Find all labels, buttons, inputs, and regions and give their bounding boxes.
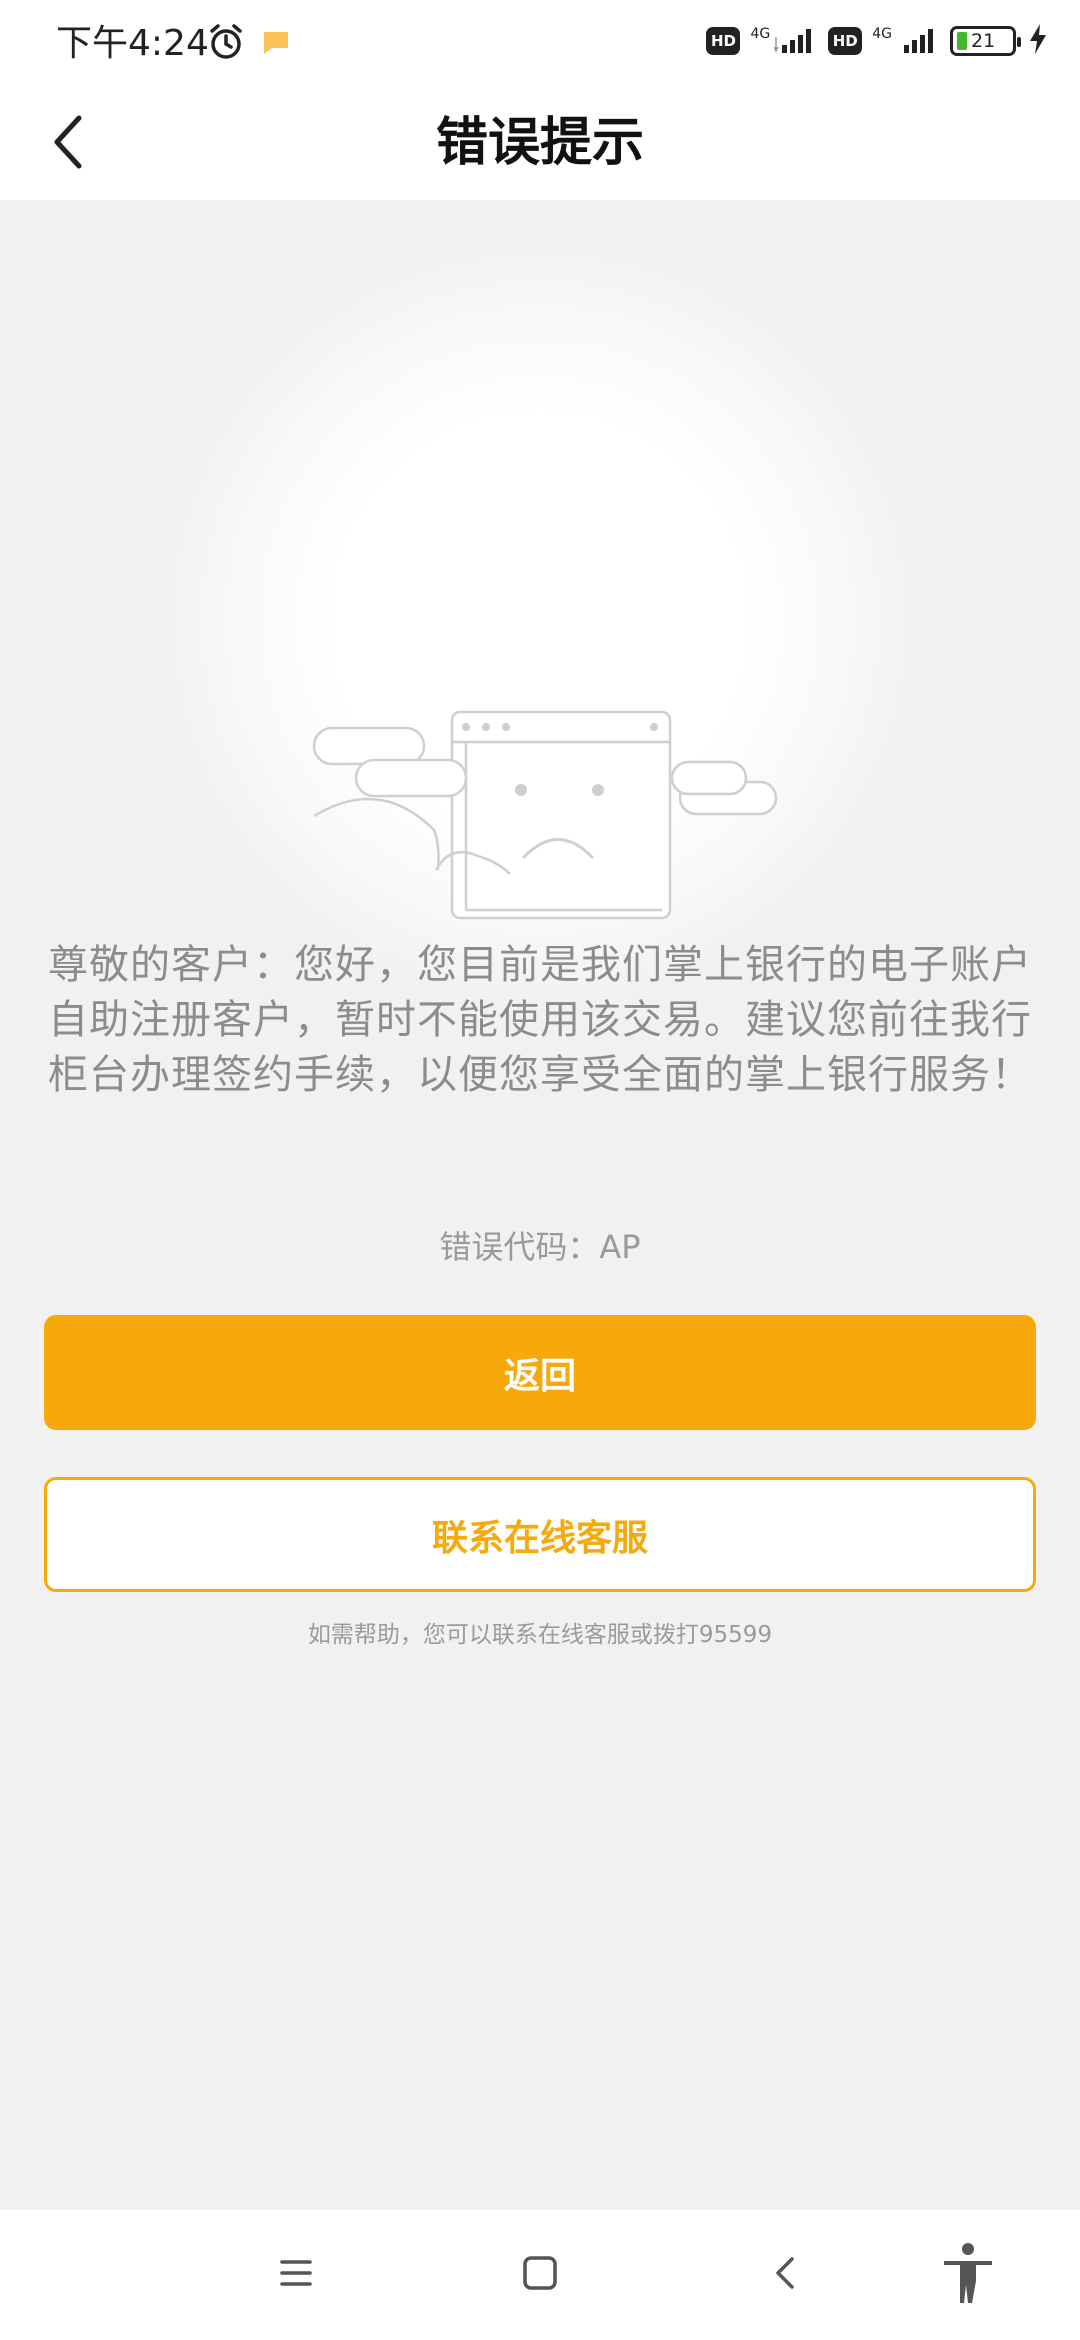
accessibility-icon: [938, 2241, 998, 2309]
sad-browser-window-illustration: [300, 450, 780, 930]
battery-icon: 21: [950, 26, 1021, 56]
status-bar: 下午4:24 HD 4G HD 4G 21: [0, 0, 1080, 86]
page-title: 错误提示: [435, 113, 644, 173]
hd-badge-1: HD: [706, 27, 741, 55]
signal-icon-1: [773, 23, 818, 59]
contact-online-service-button[interactable]: 联系在线客服: [44, 1477, 1036, 1592]
menu-icon: [276, 2253, 316, 2297]
status-left-icons: [206, 22, 292, 66]
error-code: 错误代码：AP: [439, 1228, 641, 1266]
network-label-2: 4G: [872, 26, 892, 42]
status-time: 下午4:24: [56, 23, 209, 64]
back-icon: [766, 2253, 806, 2297]
menu-button[interactable]: [256, 2235, 336, 2315]
hd-badge-2: HD: [828, 27, 863, 55]
message-icon: [260, 26, 292, 62]
alarm-icon: [206, 22, 246, 66]
battery-fill: [957, 32, 967, 50]
system-back-button[interactable]: [746, 2235, 826, 2315]
home-icon: [520, 2253, 560, 2297]
status-right: HD 4G HD 4G 21: [706, 22, 1050, 60]
system-navigation-bar: [0, 2210, 1080, 2340]
return-button[interactable]: 返回: [44, 1315, 1036, 1430]
battery-level: 21: [971, 30, 996, 52]
home-button[interactable]: [500, 2235, 580, 2315]
help-text: 如需帮助，您可以联系在线客服或拨打95599: [307, 1622, 773, 1648]
nav-bar: 错误提示: [0, 86, 1080, 200]
signal-icon-2: [896, 23, 940, 59]
network-label-1: 4G: [750, 26, 771, 42]
charging-icon: [1026, 22, 1050, 60]
error-message: 尊敬的客户：您好，您目前是我们掌上银行的电子账户自助注册客户，暂时不能使用该交易…: [48, 942, 1032, 1098]
accessibility-button[interactable]: [928, 2235, 1008, 2315]
content-area: 尊敬的客户：您好，您目前是我们掌上银行的电子账户自助注册客户，暂时不能使用该交易…: [0, 200, 1080, 2210]
